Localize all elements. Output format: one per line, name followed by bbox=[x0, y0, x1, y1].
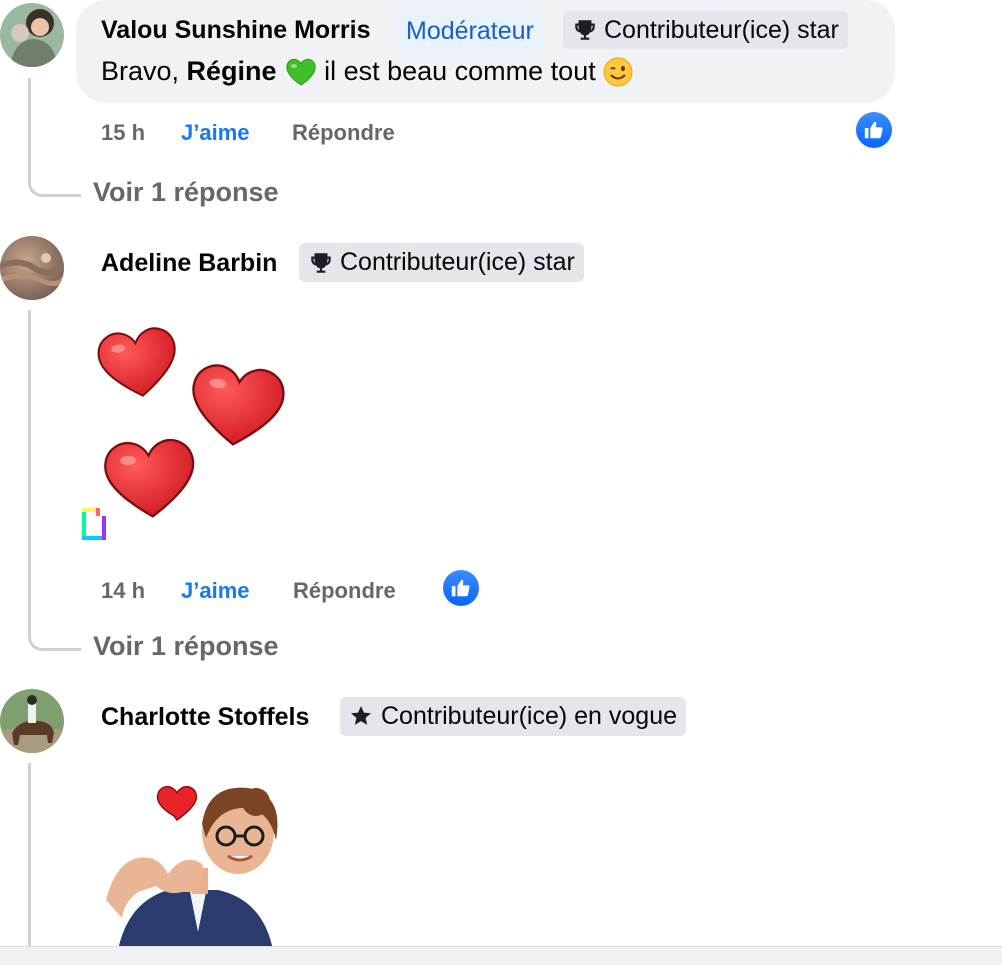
composer-edge bbox=[0, 946, 1002, 965]
comment-timestamp[interactable]: 15 h bbox=[101, 120, 145, 146]
thumbs-up-icon bbox=[451, 579, 470, 597]
badge-label: Contributeur(ice) en vogue bbox=[381, 702, 677, 730]
comment-text: Bravo, Régine il est beau comme tout bbox=[101, 56, 633, 87]
thread-connector bbox=[28, 763, 31, 953]
avatar[interactable] bbox=[0, 689, 64, 753]
avatar[interactable] bbox=[0, 3, 64, 67]
wink-emoji bbox=[603, 57, 633, 87]
comment-author[interactable]: Charlotte Stoffels bbox=[101, 703, 309, 732]
comment-timestamp[interactable]: 14 h bbox=[101, 578, 145, 604]
star-icon bbox=[349, 704, 375, 730]
comment-text-part: il est beau comme tout bbox=[316, 56, 604, 86]
badge-label: Modérateur bbox=[406, 16, 534, 45]
thread-connector bbox=[28, 310, 81, 651]
rising-contributor-badge[interactable]: Contributeur(ice) en vogue bbox=[340, 697, 686, 736]
comment-author[interactable]: Adeline Barbin bbox=[101, 249, 277, 278]
badge-label: Contributeur(ice) star bbox=[604, 15, 839, 44]
trophy-icon bbox=[572, 17, 598, 43]
badge-label: Contributeur(ice) star bbox=[340, 248, 575, 276]
thread-connector bbox=[28, 78, 81, 197]
comment-author[interactable]: Valou Sunshine Morris bbox=[101, 16, 371, 45]
giphy-logo bbox=[82, 508, 106, 540]
avatar[interactable] bbox=[0, 236, 64, 300]
moderator-badge[interactable]: Modérateur bbox=[397, 11, 543, 51]
view-replies-link[interactable]: Voir 1 réponse bbox=[93, 631, 279, 662]
avatar-sticker[interactable] bbox=[98, 782, 288, 950]
mention-link[interactable]: Régine bbox=[187, 56, 277, 87]
like-button[interactable]: J’aime bbox=[181, 120, 250, 146]
thumbs-up-icon bbox=[864, 121, 883, 139]
view-replies-link[interactable]: Voir 1 réponse bbox=[93, 177, 279, 208]
green-heart-emoji bbox=[285, 57, 317, 87]
hearts-gif-sticker[interactable] bbox=[80, 318, 300, 548]
trophy-icon bbox=[308, 250, 334, 276]
top-contributor-badge[interactable]: Contributeur(ice) star bbox=[299, 243, 584, 282]
reply-button[interactable]: Répondre bbox=[292, 120, 395, 146]
reply-button[interactable]: Répondre bbox=[293, 578, 396, 604]
comment-text-part: Bravo, bbox=[101, 56, 187, 86]
top-contributor-badge[interactable]: Contributeur(ice) star bbox=[563, 11, 848, 49]
reaction-count[interactable] bbox=[443, 570, 479, 606]
reaction-count[interactable] bbox=[856, 112, 892, 148]
like-button[interactable]: J’aime bbox=[181, 578, 250, 604]
